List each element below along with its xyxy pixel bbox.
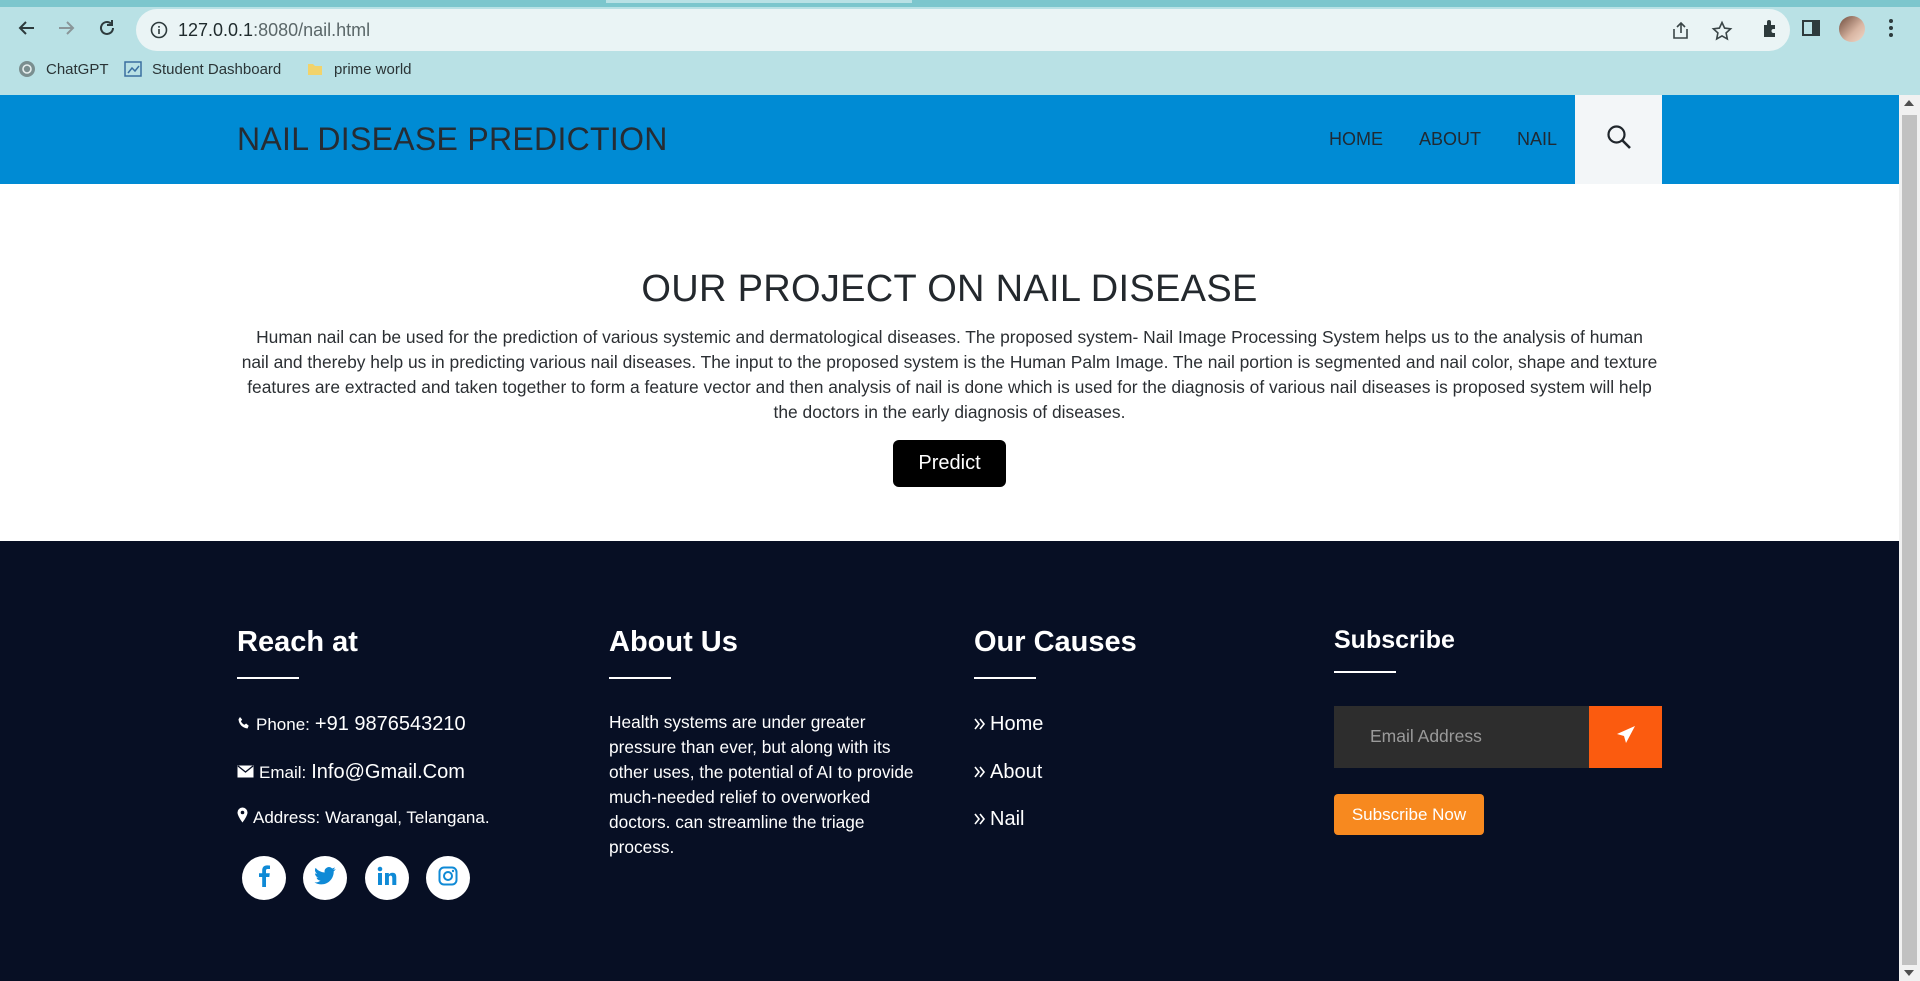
- forward-icon[interactable]: [54, 16, 78, 40]
- back-icon[interactable]: [15, 16, 39, 40]
- more-menu-icon[interactable]: [1880, 17, 1904, 41]
- address-bar[interactable]: 127.0.0.1:8080/nail.html: [136, 9, 1790, 51]
- email-address[interactable]: Info@Gmail.Com: [311, 761, 465, 784]
- about-text: Health systems are under greater pressur…: [609, 712, 914, 857]
- subscribe-underline: [1334, 671, 1396, 673]
- email-label: Email:: [259, 762, 307, 782]
- scrollbar-thumb[interactable]: [1902, 115, 1917, 965]
- project-description: Human nail can be used for the predictio…: [237, 325, 1662, 425]
- share-icon[interactable]: [1670, 20, 1692, 42]
- bookmark-label: Student Dashboard: [152, 60, 282, 78]
- search-icon: [1605, 123, 1633, 156]
- reload-icon[interactable]: [95, 16, 119, 40]
- linkedin-link[interactable]: [365, 856, 409, 900]
- tab-strip: [0, 0, 1920, 7]
- bookmark-star-icon[interactable]: [1711, 20, 1733, 42]
- bookmark-prime-world[interactable]: prime world: [306, 60, 412, 78]
- cause-label: About: [990, 761, 1043, 783]
- description-line: Human nail can be used for the predictio…: [256, 327, 1643, 347]
- causes-heading: Our Causes: [974, 626, 1137, 658]
- scroll-down-arrow-icon[interactable]: [1904, 970, 1914, 976]
- causes-underline: [974, 677, 1036, 679]
- brand-title[interactable]: NAIL DISEASE PREDICTION: [237, 121, 668, 158]
- bookmark-chatgpt[interactable]: ChatGPT: [18, 60, 109, 78]
- phone-number[interactable]: +91 9876543210: [315, 713, 466, 736]
- phone-icon: [237, 715, 251, 735]
- profile-avatar[interactable]: [1839, 16, 1865, 42]
- footer: Reach at Phone: +91 9876543210 Email: In…: [0, 541, 1899, 981]
- email-row: Email: Info@Gmail.Com: [237, 761, 465, 784]
- folder-icon: [306, 60, 324, 78]
- linkedin-icon: [377, 866, 397, 891]
- browser-chrome: 127.0.0.1:8080/nail.html ChatGPT Student…: [0, 0, 1920, 95]
- send-button[interactable]: [1589, 706, 1662, 768]
- extensions-icon[interactable]: [1760, 17, 1784, 41]
- project-section: OUR PROJECT ON NAIL DISEASE Human nail c…: [0, 184, 1899, 541]
- paper-plane-icon: [1614, 723, 1638, 752]
- project-title: OUR PROJECT ON NAIL DISEASE: [641, 268, 1258, 310]
- nav-home[interactable]: HOME: [1329, 129, 1383, 150]
- address-label: Address:: [253, 807, 321, 827]
- subscribe-now-button[interactable]: Subscribe Now: [1334, 794, 1484, 835]
- about-heading: About Us: [609, 626, 738, 658]
- envelope-icon: [237, 763, 254, 783]
- chatgpt-icon: [18, 60, 36, 78]
- site-header: NAIL DISEASE PREDICTION HOME ABOUT NAIL: [0, 95, 1899, 184]
- nav-about[interactable]: ABOUT: [1419, 129, 1481, 150]
- email-placeholder: Email Address: [1370, 726, 1482, 746]
- bookmark-label: prime world: [334, 60, 412, 78]
- description-line: the doctors in the early diagnosis of di…: [773, 402, 1126, 422]
- reach-underline: [237, 677, 299, 679]
- address-value: Warangal, Telangana.: [325, 807, 490, 827]
- search-button[interactable]: [1575, 95, 1662, 184]
- page-scrollbar[interactable]: [1899, 95, 1920, 981]
- scroll-up-arrow-icon[interactable]: [1904, 100, 1914, 106]
- instagram-icon: [438, 866, 458, 891]
- description-line: features are extracted and taken togethe…: [247, 377, 1652, 397]
- subscribe-heading: Subscribe: [1334, 626, 1455, 654]
- double-chevron-right-icon: [974, 713, 986, 736]
- bookmark-label: ChatGPT: [46, 60, 109, 78]
- cause-label: Home: [990, 713, 1044, 735]
- bookmark-student-dashboard[interactable]: Student Dashboard: [124, 60, 281, 78]
- cause-label: Nail: [990, 808, 1025, 830]
- map-marker-icon: [237, 807, 248, 828]
- double-chevron-right-icon: [974, 808, 986, 831]
- phone-label: Phone:: [256, 714, 310, 734]
- facebook-icon: [257, 864, 271, 892]
- cause-link-about[interactable]: About: [974, 761, 1042, 784]
- subscribe-email-input[interactable]: Email Address: [1334, 706, 1589, 768]
- predict-button[interactable]: Predict: [893, 440, 1006, 487]
- reach-heading: Reach at: [237, 626, 358, 658]
- twitter-icon: [314, 866, 336, 890]
- cause-link-home[interactable]: Home: [974, 713, 1043, 736]
- about-underline: [609, 677, 671, 679]
- nav-nail[interactable]: NAIL: [1517, 129, 1557, 150]
- dashboard-icon: [124, 60, 142, 78]
- address-row: Address: Warangal, Telangana.: [237, 807, 490, 828]
- url-text[interactable]: 127.0.0.1:8080/nail.html: [178, 20, 370, 41]
- side-panel-icon[interactable]: [1800, 17, 1824, 41]
- description-line: nail and thereby help us in predicting v…: [241, 352, 1658, 372]
- site-info-icon[interactable]: [150, 21, 168, 44]
- double-chevron-right-icon: [974, 761, 986, 784]
- twitter-link[interactable]: [303, 856, 347, 900]
- facebook-link[interactable]: [242, 856, 286, 900]
- cause-link-nail[interactable]: Nail: [974, 808, 1024, 831]
- instagram-link[interactable]: [426, 856, 470, 900]
- phone-row: Phone: +91 9876543210: [237, 713, 466, 736]
